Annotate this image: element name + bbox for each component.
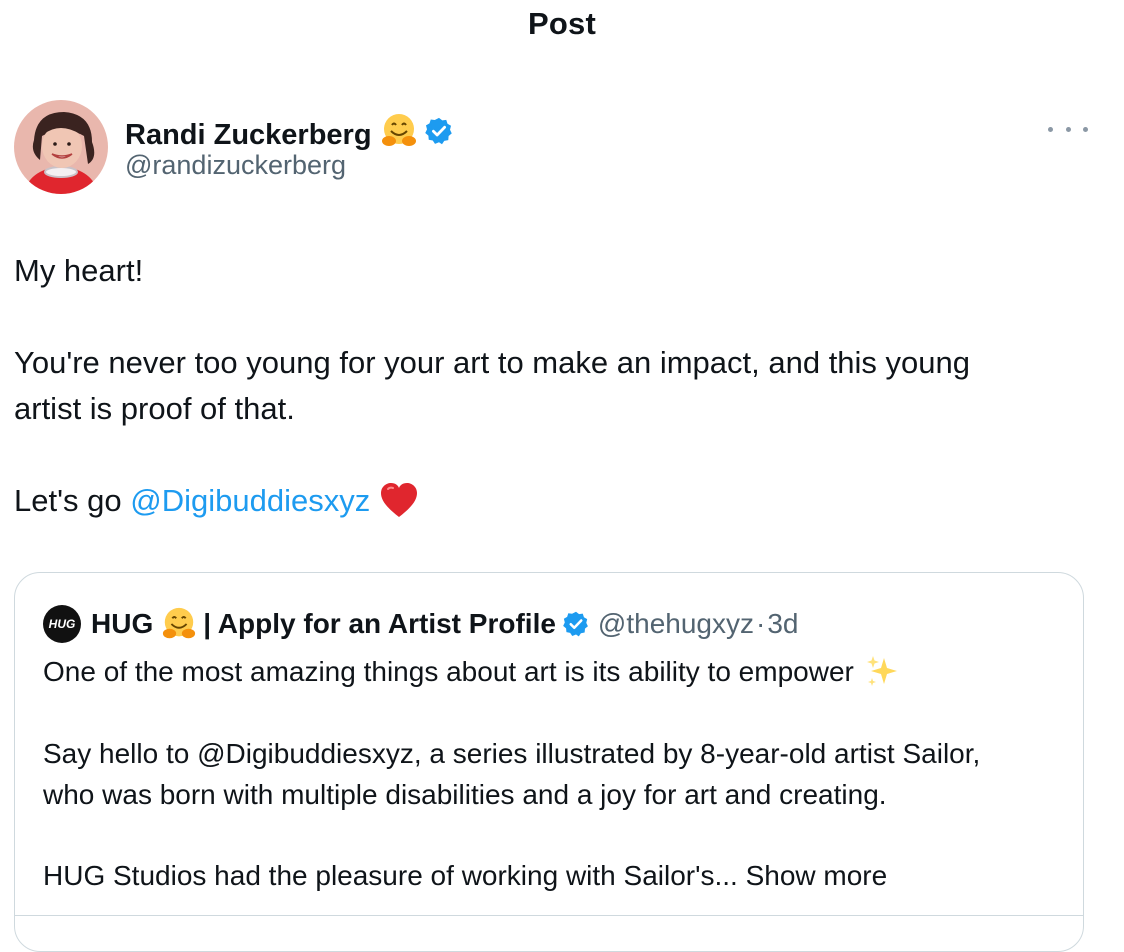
red-heart-emoji-icon (380, 483, 418, 519)
quoted-author-name-suffix[interactable]: | Apply for an Artist Profile (203, 608, 556, 640)
quoted-post-card[interactable]: HUG HUG | Apply for an Artist Profile @t… (14, 572, 1084, 952)
quoted-text-line: who was born with multiple disabilities … (43, 779, 887, 810)
show-more-link[interactable]: Show more (746, 860, 888, 891)
post-text-line: Let's go @Digibuddiesxyz (14, 478, 418, 524)
quoted-author-name[interactable]: HUG (91, 608, 153, 640)
quoted-text-truncated: HUG Studios had the pleasure of working … (43, 860, 738, 891)
quote-card-divider (15, 915, 1083, 916)
post-text-line: You're never too young for your art to m… (14, 345, 971, 380)
hugging-face-emoji-icon (161, 606, 197, 642)
quoted-text-line: Say hello to @Digibuddiesxyz, a series i… (43, 738, 981, 769)
verified-badge-icon[interactable] (562, 610, 590, 638)
post-text-prefix: Let's go (14, 483, 131, 518)
quoted-post-time[interactable]: 3d (767, 608, 798, 640)
quoted-author-handle[interactable]: @thehugxyz (598, 608, 754, 640)
post-text-line: My heart! (14, 253, 144, 288)
quoted-text-line: HUG Studios had the pleasure of working … (43, 855, 887, 896)
hug-logo-avatar[interactable]: HUG (43, 605, 81, 643)
mention-link[interactable]: @Digibuddiesxyz (130, 478, 370, 524)
dot-separator: · (756, 608, 766, 639)
quoted-post-header: HUG HUG | Apply for an Artist Profile @t… (43, 605, 798, 643)
more-options-icon[interactable] (1048, 120, 1088, 138)
post-text-line: artist is proof of that. (14, 391, 295, 426)
author-name-text: Randi Zuckerberg (125, 118, 372, 151)
verified-badge-icon[interactable] (424, 116, 454, 154)
sparkles-emoji-icon (864, 654, 900, 690)
quoted-text-first: One of the most amazing things about art… (43, 656, 854, 687)
author-handle[interactable]: @randizuckerberg (125, 150, 346, 181)
hugging-face-emoji-icon (380, 112, 418, 158)
avatar-image (14, 100, 108, 194)
page-title: Post (528, 6, 596, 41)
avatar[interactable] (14, 100, 108, 194)
quoted-text-line: One of the most amazing things about art… (43, 651, 900, 692)
